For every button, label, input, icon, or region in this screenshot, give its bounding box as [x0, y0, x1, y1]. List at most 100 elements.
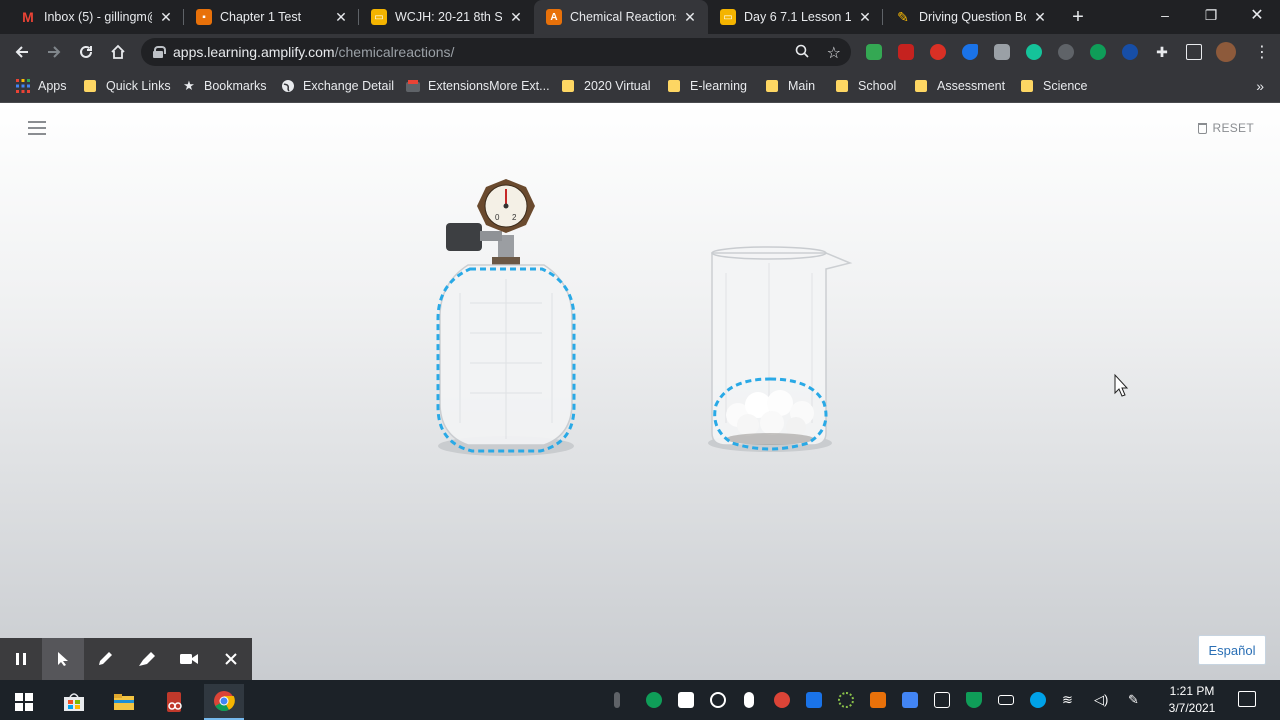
extension-clipper-icon[interactable] — [930, 44, 946, 60]
system-clock[interactable]: 1:21 PM 3/7/2021 — [1160, 683, 1224, 717]
tray-globe-icon[interactable] — [1030, 692, 1046, 708]
forms-icon: ▪ — [196, 9, 212, 25]
extension-green-icon[interactable] — [1090, 44, 1106, 60]
forward-button[interactable] — [42, 40, 66, 64]
bookmark-main[interactable]: Main — [766, 77, 815, 95]
windows-taskbar: ≋ ◁) ✎ 1:21 PM 3/7/2021 — [0, 680, 1280, 720]
tray-microphone-icon[interactable] — [744, 692, 754, 708]
bookmark-apps[interactable]: Apps — [16, 77, 67, 95]
extension-circle-icon[interactable] — [1122, 44, 1138, 60]
restore-button[interactable]: ❐ — [1188, 0, 1234, 30]
sealed-container[interactable]: 0 2 — [436, 179, 576, 456]
video-camera-icon — [180, 654, 198, 664]
bookmark-star-icon[interactable]: ☆ — [827, 43, 841, 63]
bookmarks-overflow-icon[interactable]: » — [1256, 78, 1264, 94]
camera-button[interactable] — [168, 638, 210, 680]
close-toolbar-button[interactable] — [210, 638, 252, 680]
annotation-toolbar — [0, 638, 252, 680]
simulation-scene: 0 2 — [436, 179, 1129, 456]
tray-chrome-icon[interactable] — [774, 692, 790, 708]
menu-kebab-icon[interactable]: ⋮ — [1254, 42, 1270, 61]
highlighter-tool-button[interactable] — [126, 638, 168, 680]
slides-icon: ▭ — [720, 9, 736, 25]
beaker[interactable] — [708, 246, 853, 452]
extension-plant-icon[interactable] — [1058, 44, 1074, 60]
bookmark-exchange-detail[interactable]: Exchange Detail — [281, 77, 394, 95]
tray-loading-icon[interactable] — [838, 692, 854, 708]
extension-book-icon[interactable] — [898, 44, 914, 60]
close-icon[interactable]: ✕ — [682, 9, 698, 26]
extension-bee-icon[interactable] — [962, 44, 978, 60]
new-tab-button[interactable]: + — [1066, 5, 1090, 29]
zoom-search-icon[interactable] — [795, 44, 809, 61]
bookmark-bookmarks[interactable]: ★ Bookmarks — [182, 77, 266, 95]
bookmark-2020-virtual[interactable]: 2020 Virtual — [562, 77, 651, 95]
taskbar-chrome[interactable] — [204, 684, 244, 720]
bookmark-label: Quick Links — [106, 79, 171, 93]
tray-orange-icon[interactable] — [870, 692, 886, 708]
grammarly-icon[interactable] — [1026, 44, 1042, 60]
back-button[interactable] — [10, 40, 34, 64]
bottle-cap — [492, 257, 520, 265]
tray-shield-icon[interactable] — [966, 692, 982, 708]
tray-blue-icon[interactable] — [902, 692, 918, 708]
tab-day6[interactable]: ▭ Day 6 7.1 Lesson 1 Sl ✕ — [708, 0, 883, 34]
pen-ink-icon[interactable]: ✎ — [1128, 692, 1144, 708]
address-bar[interactable]: apps.learning.amplify.com/chemicalreacti… — [141, 38, 851, 66]
taskbar-store[interactable] — [54, 684, 94, 720]
simulation-viewport: RESET 0 2 Español — [0, 103, 1280, 680]
folder-icon — [766, 80, 778, 92]
profile-avatar[interactable] — [1216, 42, 1236, 62]
tray-target-icon[interactable] — [710, 692, 726, 708]
tray-battery-icon[interactable] — [998, 695, 1014, 705]
pointer-tool-button[interactable] — [42, 638, 84, 680]
mouse-cursor — [1114, 373, 1129, 397]
start-button[interactable] — [4, 684, 44, 720]
volume-icon[interactable]: ◁) — [1094, 692, 1110, 708]
extension-printer-icon[interactable] — [866, 44, 882, 60]
tab-chemical-reactions[interactable]: A Chemical Reactions ✕ — [534, 0, 708, 34]
close-window-button[interactable]: ✕ — [1234, 0, 1280, 30]
tab-wcjh[interactable]: ▭ WCJH: 20-21 8th Scie ✕ — [359, 0, 534, 34]
home-button[interactable] — [106, 40, 130, 64]
bookmark-quick-links[interactable]: Quick Links — [84, 77, 171, 95]
reload-button[interactable] — [74, 40, 98, 64]
tab-title: Day 6 7.1 Lesson 1 Sl — [744, 10, 851, 24]
pencil-icon: ✎ — [897, 8, 909, 25]
close-icon[interactable]: ✕ — [1032, 9, 1048, 26]
folder-icon — [562, 80, 574, 92]
cast-icon[interactable] — [1186, 44, 1202, 60]
tray-green-icon[interactable] — [646, 692, 662, 708]
bookmark-extensions[interactable]: ExtensionsMore Ext... — [406, 77, 550, 95]
extensions-puzzle-icon[interactable]: ✚ — [1154, 44, 1170, 60]
close-icon[interactable]: ✕ — [508, 9, 524, 26]
close-icon[interactable]: ✕ — [857, 9, 873, 26]
tab-gmail[interactable]: M Inbox (5) - gillingm@ ✕ — [8, 0, 184, 34]
tray-screen-icon[interactable] — [934, 692, 950, 708]
bookmark-assessment[interactable]: Assessment — [915, 77, 1005, 95]
folder-icon — [836, 80, 848, 92]
pen-tool-button[interactable] — [84, 638, 126, 680]
tab-chapter-test[interactable]: ▪ Chapter 1 Test ✕ — [184, 0, 359, 34]
extension-screen-icon[interactable] — [994, 44, 1010, 60]
taskbar-file-explorer[interactable] — [104, 684, 144, 720]
tray-drive-icon[interactable] — [678, 692, 694, 708]
bookmark-school[interactable]: School — [836, 77, 896, 95]
minimize-button[interactable]: – — [1142, 0, 1188, 30]
chrome-icon — [214, 691, 235, 712]
tray-skype-icon[interactable] — [806, 692, 822, 708]
notification-center-icon[interactable] — [1238, 691, 1256, 707]
bookmark-label: School — [858, 79, 897, 93]
espanol-button[interactable]: Español — [1198, 635, 1266, 665]
store-bag-icon — [64, 693, 84, 711]
bookmark-e-learning[interactable]: E-learning — [668, 77, 747, 95]
taskbar-snip-tool[interactable] — [154, 684, 194, 720]
wifi-icon[interactable]: ≋ — [1062, 692, 1078, 708]
close-icon[interactable]: ✕ — [158, 9, 174, 26]
pause-button[interactable] — [0, 638, 42, 680]
tray-mic-icon[interactable] — [614, 692, 620, 708]
bookmark-science[interactable]: Science — [1021, 77, 1087, 95]
tab-title: Chapter 1 Test — [220, 10, 302, 24]
close-icon[interactable]: ✕ — [333, 9, 349, 26]
tab-driving-question[interactable]: ✎ Driving Question Bo ✕ — [883, 0, 1058, 34]
